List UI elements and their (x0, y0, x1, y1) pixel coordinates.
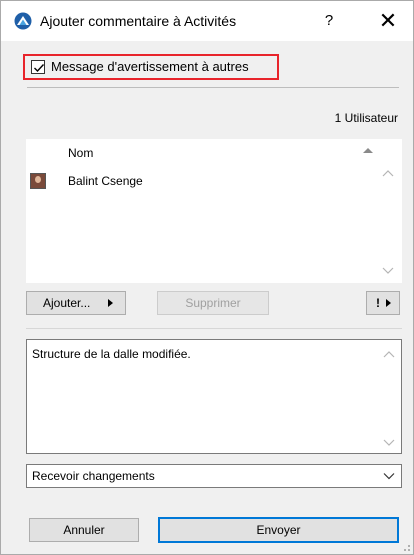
sort-ascending-icon[interactable] (361, 145, 375, 155)
chevron-down-icon (383, 473, 395, 480)
warn-others-label: Message d'avertissement à autres (51, 59, 249, 74)
divider (27, 87, 399, 88)
window-title: Ajouter commentaire à Activités (40, 13, 237, 29)
submenu-arrow-icon (108, 299, 113, 307)
users-list[interactable]: Nom Balint Csenge (26, 139, 402, 283)
scroll-up-icon[interactable] (381, 169, 395, 179)
resize-grip-icon[interactable] (401, 542, 411, 552)
comment-textarea[interactable]: Structure de la dalle modifiée. (26, 339, 402, 454)
add-user-button[interactable]: Ajouter... (26, 291, 126, 315)
add-user-label: Ajouter... (43, 296, 91, 310)
submenu-arrow-icon (386, 299, 391, 307)
scroll-down-icon[interactable] (382, 437, 396, 447)
comment-text: Structure de la dalle modifiée. (32, 347, 191, 361)
app-logo-icon (14, 12, 32, 30)
list-item[interactable]: Balint Csenge (26, 171, 366, 191)
scroll-up-icon[interactable] (382, 350, 396, 360)
column-header-name[interactable]: Nom (68, 146, 93, 160)
divider (26, 328, 402, 329)
close-button[interactable]: ✕ (376, 8, 400, 34)
warn-others-checkbox[interactable] (31, 60, 45, 74)
checkmark-icon (34, 64, 45, 73)
send-button[interactable]: Envoyer (158, 517, 399, 543)
delete-user-button[interactable]: Supprimer (157, 291, 269, 315)
help-button[interactable]: ? (319, 10, 339, 32)
flag-menu-button[interactable]: ! (366, 291, 400, 315)
exclamation-icon: ! (376, 296, 380, 310)
warn-others-checkbox-row[interactable]: Message d'avertissement à autres (23, 54, 279, 80)
add-comment-dialog: Ajouter commentaire à Activités ? ✕ Mess… (0, 0, 414, 555)
notify-select-value: Recevoir changements (32, 469, 155, 483)
cancel-button[interactable]: Annuler (29, 518, 139, 542)
avatar (30, 173, 46, 189)
user-name: Balint Csenge (68, 174, 143, 188)
title-bar: Ajouter commentaire à Activités ? ✕ (1, 1, 413, 41)
user-count: 1 Utilisateur (334, 111, 398, 125)
scroll-down-icon[interactable] (381, 265, 395, 275)
notify-select[interactable]: Recevoir changements (26, 464, 402, 488)
